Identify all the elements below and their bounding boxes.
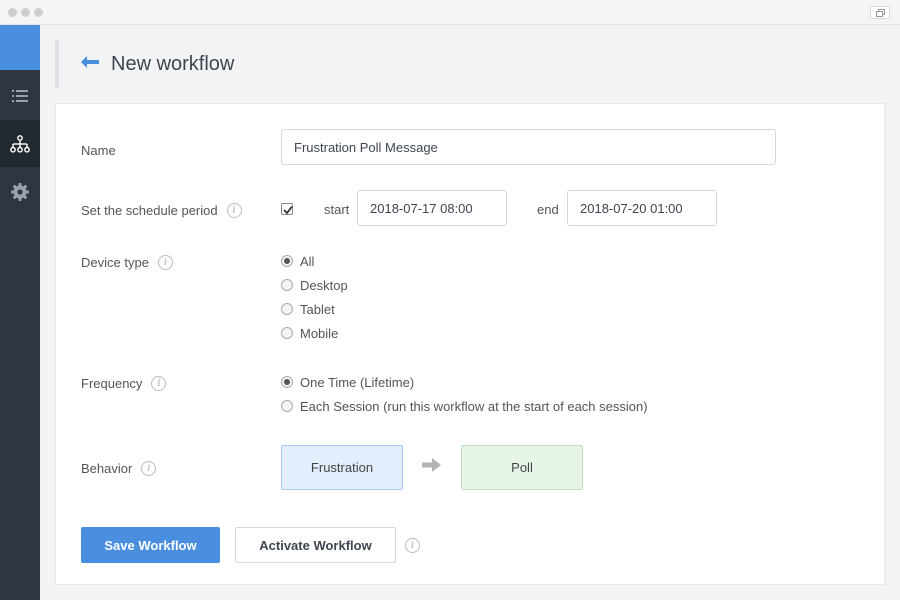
frequency-option-each-session[interactable]: Each Session (run this workflow at the s… <box>281 396 648 416</box>
behavior-label: Behavior i <box>81 459 157 477</box>
device-option-label: Mobile <box>300 325 339 341</box>
start-date-input[interactable] <box>357 190 507 226</box>
sidebar <box>0 25 40 600</box>
start-label: start <box>324 202 350 217</box>
main-content: New workflow Name Set the schedule perio… <box>40 25 900 600</box>
info-icon[interactable]: i <box>151 375 167 391</box>
frequency-label: Frequency i <box>81 374 167 392</box>
back-arrow-icon[interactable] <box>81 55 99 73</box>
radio-button[interactable] <box>281 303 293 315</box>
window-maximize-dot[interactable] <box>34 8 43 17</box>
frequency-label-text: Frequency <box>81 375 143 391</box>
info-icon[interactable]: i <box>405 538 420 553</box>
behavior-trigger-box[interactable]: Frustration <box>281 445 403 490</box>
window-close-dot[interactable] <box>8 8 17 17</box>
device-option-label: Tablet <box>300 301 335 317</box>
window-restore-icon[interactable] <box>870 6 890 19</box>
schedule-label-text: Set the schedule period <box>81 202 218 218</box>
name-input[interactable] <box>281 129 776 165</box>
schedule-checkbox[interactable] <box>281 203 293 215</box>
window-minimize-dot[interactable] <box>21 8 30 17</box>
arrow-right-icon <box>422 458 441 477</box>
page-title: New workflow <box>111 52 235 75</box>
hierarchy-icon <box>10 134 30 153</box>
behavior-action-box[interactable]: Poll <box>461 445 583 490</box>
frequency-option-one-time[interactable]: One Time (Lifetime) <box>281 372 414 392</box>
behavior-label-text: Behavior <box>81 460 133 476</box>
radio-button[interactable] <box>281 255 293 267</box>
info-icon[interactable]: i <box>157 254 173 270</box>
radio-button[interactable] <box>281 327 293 339</box>
frequency-option-label: Each Session (run this workflow at the s… <box>300 398 648 414</box>
page-header: New workflow <box>55 40 655 88</box>
device-option-mobile[interactable]: Mobile <box>281 323 338 343</box>
device-option-desktop[interactable]: Desktop <box>281 275 348 295</box>
sidebar-item-settings[interactable] <box>0 168 40 215</box>
radio-button[interactable] <box>281 400 293 412</box>
name-label-text: Name <box>81 142 116 158</box>
window-titlebar <box>0 0 900 25</box>
schedule-label: Set the schedule period i <box>81 201 242 219</box>
frequency-option-label: One Time (Lifetime) <box>300 374 415 390</box>
workflow-form: Name Set the schedule period i start end… <box>55 103 885 585</box>
name-label: Name <box>81 141 116 159</box>
radio-button[interactable] <box>281 376 293 388</box>
info-icon[interactable]: i <box>141 460 157 476</box>
device-type-label-text: Device type <box>81 254 149 270</box>
list-icon <box>12 89 28 102</box>
end-label: end <box>537 202 559 217</box>
device-option-label: All <box>300 253 315 269</box>
radio-button[interactable] <box>281 279 293 291</box>
sidebar-item-workflows[interactable] <box>0 120 40 167</box>
sidebar-item-list[interactable] <box>0 72 40 119</box>
device-type-label: Device type i <box>81 253 173 271</box>
info-icon[interactable]: i <box>226 202 242 218</box>
sidebar-brand[interactable] <box>0 25 40 70</box>
end-date-input[interactable] <box>567 190 717 226</box>
device-option-tablet[interactable]: Tablet <box>281 299 335 319</box>
device-option-all[interactable]: All <box>281 251 314 271</box>
save-workflow-button[interactable]: Save Workflow <box>81 527 220 563</box>
device-option-label: Desktop <box>300 277 348 293</box>
activate-workflow-button[interactable]: Activate Workflow <box>235 527 396 563</box>
gear-icon <box>11 182 29 201</box>
